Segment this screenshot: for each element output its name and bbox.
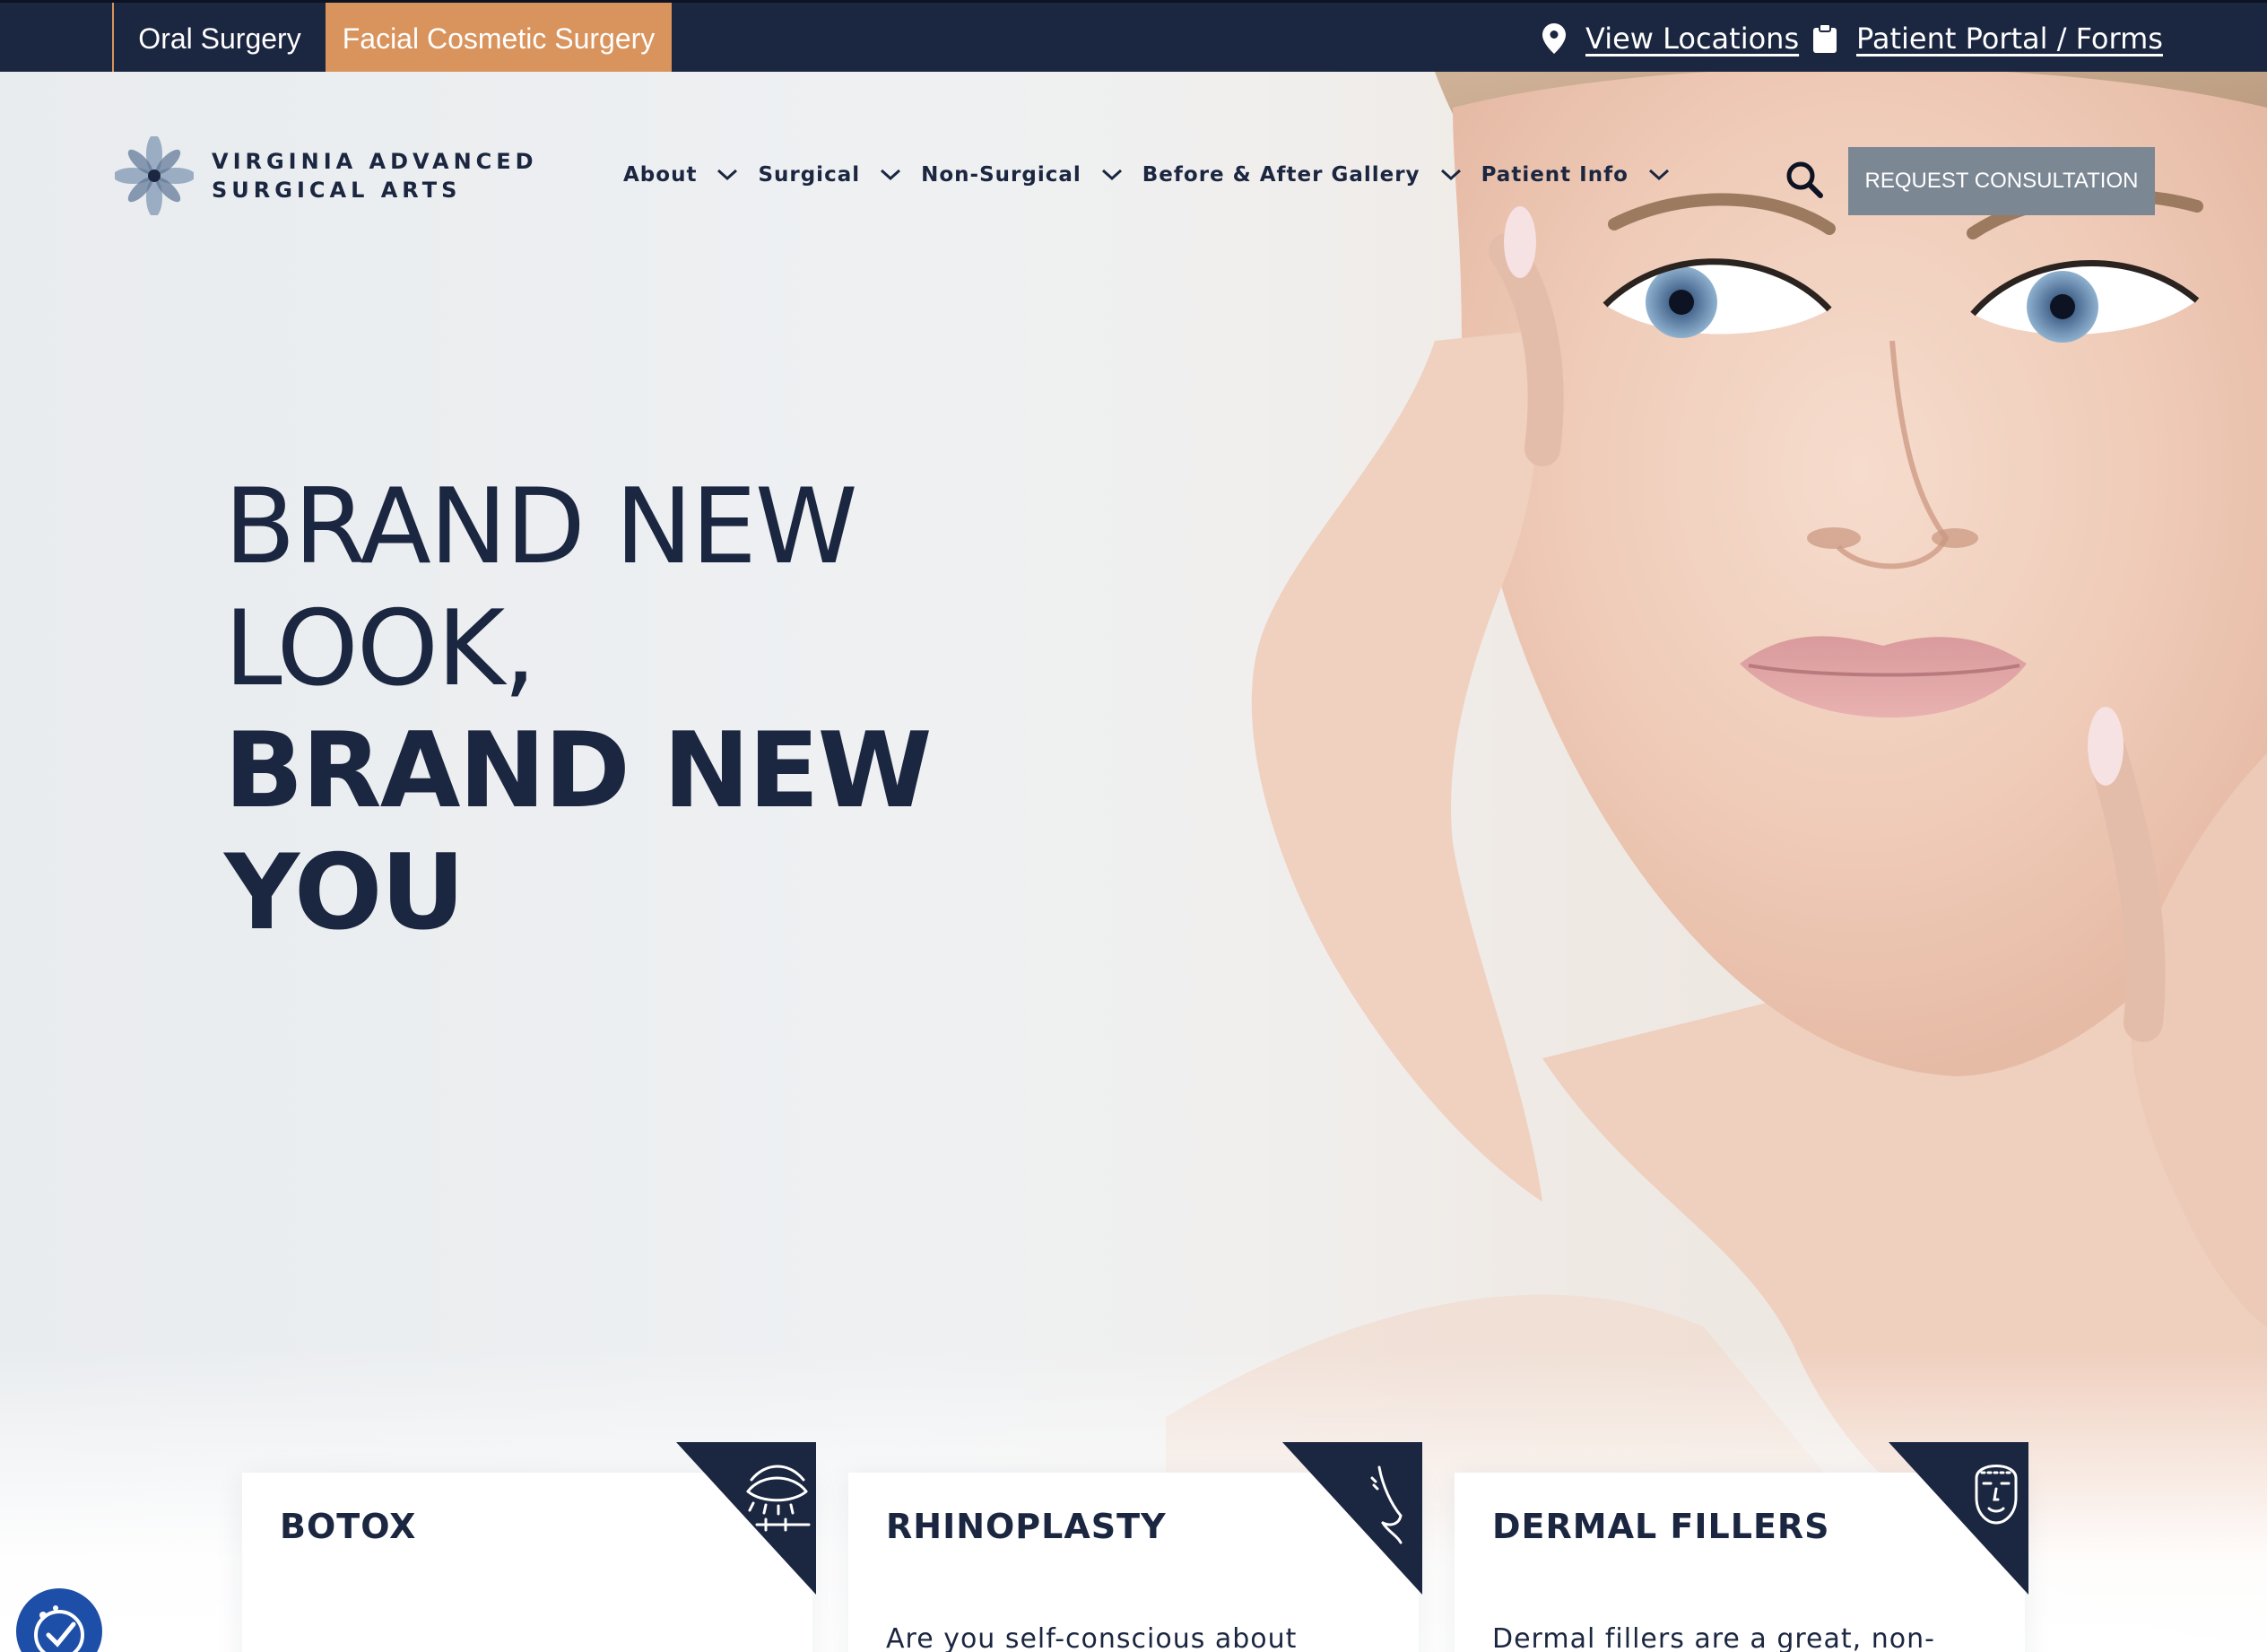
accessibility-check-icon [34, 1605, 84, 1652]
view-locations-label: View Locations [1585, 22, 1800, 56]
card-title: BOTOX [280, 1507, 417, 1546]
headline-line-2: LOOK, [224, 588, 536, 709]
nav-gallery-label: Before & After Gallery [1142, 163, 1420, 187]
chevron-down-icon [881, 169, 901, 181]
logo-line-1: VIRGINIA ADVANCED [212, 149, 538, 174]
accessibility-button[interactable] [13, 1585, 106, 1652]
nav-surgical[interactable]: Surgical [758, 163, 901, 187]
logo-wordmark: VIRGINIA ADVANCED SURGICAL ARTS [212, 147, 538, 204]
logo-line-2: SURGICAL ARTS [212, 178, 462, 203]
card-title: DERMAL FILLERS [1492, 1507, 1830, 1546]
headline-line-3: BRAND NEW [224, 710, 933, 831]
chevron-down-icon [1101, 169, 1122, 181]
clipboard-icon [1813, 24, 1837, 53]
card-title: RHINOPLASTY [886, 1507, 1167, 1546]
card-text: Are you self-conscious about [886, 1623, 1298, 1652]
tab-oral-surgery[interactable]: Oral Surgery [112, 3, 326, 74]
tab-facial-cosmetic-surgery[interactable]: Facial Cosmetic Surgery [326, 3, 672, 90]
chevron-down-icon [717, 169, 738, 181]
headline-line-1: BRAND NEW [224, 466, 858, 587]
nav-before-after-gallery[interactable]: Before & After Gallery [1142, 163, 1462, 187]
chevron-down-icon [1648, 169, 1669, 181]
top-bar: Oral Surgery Facial Cosmetic Surgery Vie… [0, 0, 2267, 90]
request-consultation-button[interactable]: REQUEST CONSULTATION [1848, 147, 2155, 215]
service-card-botox[interactable]: BOTOX [242, 1442, 816, 1652]
nav-non-surgical[interactable]: Non-Surgical [921, 163, 1123, 187]
chevron-down-icon [1440, 169, 1461, 181]
patient-portal-label: Patient Portal / Forms [1856, 22, 2163, 56]
nav-patient-info[interactable]: Patient Info [1481, 163, 1670, 187]
map-pin-icon [1542, 23, 1566, 54]
search-icon[interactable] [1785, 160, 1824, 199]
hero-headline: BRAND NEW LOOK, BRAND NEW YOU [224, 466, 933, 954]
face-outline-icon [1889, 1442, 2028, 1595]
flower-logo-icon [115, 136, 194, 215]
nav-about[interactable]: About [623, 163, 738, 187]
service-card-rhinoplasty[interactable]: RHINOPLASTY Are you self-conscious about [848, 1442, 1422, 1652]
patient-portal-link[interactable]: Patient Portal / Forms [1813, 3, 2163, 74]
service-card-dermal-fillers[interactable]: DERMAL FILLERS Dermal fillers are a grea… [1455, 1442, 2028, 1652]
view-locations-link[interactable]: View Locations [1542, 3, 1799, 74]
main-nav: About Surgical Non-Surgical Before & Aft… [623, 163, 1689, 187]
nose-profile-icon [1282, 1442, 1422, 1595]
site-logo[interactable]: VIRGINIA ADVANCED SURGICAL ARTS [115, 136, 538, 215]
card-text: Dermal fillers are a great, non- [1492, 1623, 1935, 1652]
nav-surgical-label: Surgical [758, 163, 861, 187]
nav-about-label: About [623, 163, 698, 187]
nav-non-surgical-label: Non-Surgical [921, 163, 1081, 187]
headline-line-4: YOU [224, 832, 465, 953]
nav-patient-info-label: Patient Info [1481, 163, 1629, 187]
eye-syringe-icon [676, 1442, 816, 1595]
